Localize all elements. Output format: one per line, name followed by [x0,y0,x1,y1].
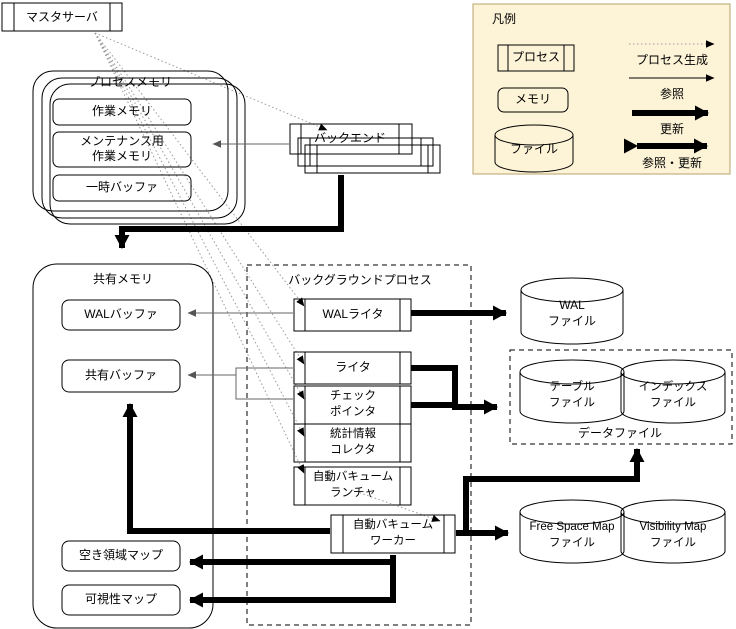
architecture-diagram: マスタサーバ プロセスメモリ 作業メモリ メンテナンス用 作業メモリ 一時バッフ… [1,2,733,629]
maintenance-work-memory-label-line2: 作業メモリ [92,149,152,163]
table-file-cylinder[interactable]: テーブル ファイル [519,359,625,424]
data-file-group: テーブル ファイル インデックス ファイル データファイル [509,349,733,445]
shared-memory-title: 共有メモリ [93,272,153,286]
background-processes-title: バックグラウンドプロセス [288,273,432,287]
autovacuumworker-to-maps-update [189,554,396,608]
work-memory-box[interactable]: 作業メモリ [52,98,192,126]
wal-buffer-box[interactable]: WALバッファ [61,299,181,331]
table-file-label-line1: テーブル [549,379,594,393]
visibility-map-file-label-line1: Visibility Map [640,521,707,533]
autovacuum-worker-process[interactable]: 自動バキューム ワーカー [330,514,456,554]
free-space-map-file-label-line2: ファイル [549,537,595,549]
master-server-process[interactable]: マスタサーバ [1,2,123,32]
wal-file-label-line1: WAL [559,298,585,312]
stats-collector-label-line2: コレクタ [330,443,376,456]
work-memory-label: 作業メモリ [92,104,152,118]
wal-buffer-label: WALバッファ [84,307,158,321]
legend-reference-update-label: 参照・更新 [642,155,702,170]
process-memory-title: プロセスメモリ [88,75,172,89]
backend-process-group[interactable]: バックエンド [289,123,441,174]
autovacuum-worker-label-line2: ワーカー [370,534,416,547]
legend-title: 凡例 [492,12,516,26]
maintenance-work-memory-label-line1: メンテナンス用 [80,134,164,148]
visibility-map-file-label-line2: ファイル [650,537,696,549]
writer-label: ライタ [335,360,371,374]
writer-process[interactable]: ライタ [293,351,412,385]
index-file-cylinder[interactable]: インデックス ファイル [620,359,726,424]
master-server-label: マスタサーバ [26,10,98,24]
legend-process-label: プロセス [512,50,560,64]
writer-checkpointer-to-sharedbuffer-reference [187,367,293,400]
autovacuum-worker-label-line1: 自動バキューム [353,517,433,531]
legend-memory-label: メモリ [515,92,551,106]
shared-memory-group[interactable]: 共有メモリ WALバッファ 共有バッファ 空き領域マップ 可視性マップ [32,263,214,629]
free-space-map-label: 空き領域マップ [79,547,163,562]
stats-collector-process[interactable]: 統計情報 コレクタ [293,423,412,463]
wal-file-label-line2: ファイル [548,314,596,328]
maintenance-work-memory-box[interactable]: メンテナンス用 作業メモリ [52,131,192,168]
wal-writer-label: WALライタ [322,307,383,321]
legend-reference-label: 参照 [660,86,684,101]
index-file-label-line1: インデックス [639,379,708,393]
wal-writer-process[interactable]: WALライタ [293,298,412,332]
checkpointer-label-line2: ポインタ [330,405,376,418]
checkpointer-process[interactable]: チェック ポインタ [293,385,412,425]
shared-buffer-box[interactable]: 共有バッファ [61,359,181,393]
legend-file-shape: ファイル [494,124,574,173]
free-space-map-file-cylinder[interactable]: Free Space Map ファイル [519,499,625,564]
legend-file-label: ファイル [510,142,558,156]
wal-file-cylinder[interactable]: WAL ファイル [520,277,624,345]
visibility-map-label: 可視性マップ [85,591,157,606]
legend-update-label: 更新 [660,121,684,136]
data-file-group-label: データファイル [578,425,662,440]
free-space-map-box[interactable]: 空き領域マップ [61,540,181,572]
legend: 凡例 プロセス メモリ ファイル プロセス生成 参照 更新 参照・更新 [472,3,731,175]
visibility-map-box[interactable]: 可視性マップ [61,584,181,616]
table-file-label-line2: ファイル [549,397,595,409]
autovacuum-launcher-process[interactable]: 自動バキューム ランチャ [293,466,412,506]
stats-collector-label-line1: 統計情報 [330,426,376,440]
writer-checkpointer-to-datafile-update [411,365,498,415]
legend-memory-shape: メモリ [497,87,569,113]
autovacuum-launcher-label-line2: ランチャ [330,486,376,499]
temp-buffer-label: 一時バッファ [86,180,158,194]
process-memory-group[interactable]: プロセスメモリ 作業メモリ メンテナンス用 作業メモリ 一時バッファ [32,70,246,225]
legend-process-creation-label: プロセス生成 [636,53,708,67]
shared-buffer-label: 共有バッファ [85,368,157,382]
free-space-map-file-label-line1: Free Space Map [529,521,614,533]
checkpointer-label-line1: チェック [330,389,376,402]
autovacuum-launcher-label-line1: 自動バキューム [313,469,393,483]
backend-label: バックエンド [314,131,386,145]
legend-process-shape: プロセス [497,44,575,72]
index-file-label-line2: ファイル [650,397,696,409]
visibility-map-file-cylinder[interactable]: Visibility Map ファイル [620,499,726,564]
